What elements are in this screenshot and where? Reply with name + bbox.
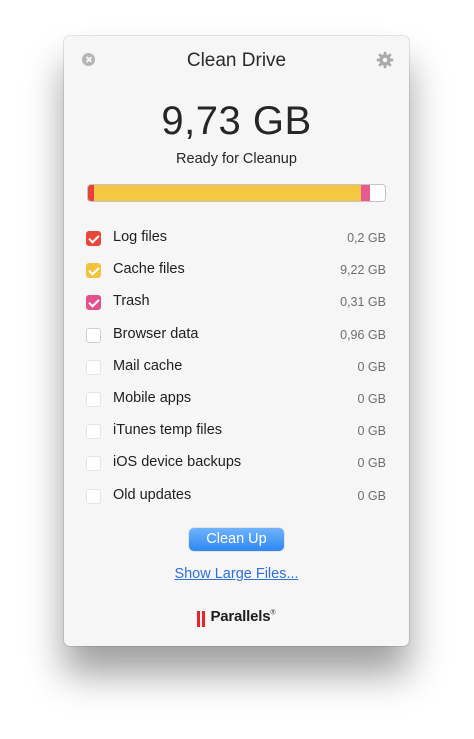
- item-checkbox[interactable]: [86, 359, 101, 375]
- item-label: Log files: [113, 229, 168, 245]
- cleanup-item[interactable]: iOS device backups 0 GB: [86, 451, 386, 483]
- cleanup-item[interactable]: iTunes temp files 0 GB: [86, 419, 386, 451]
- cleanup-item[interactable]: Cache files 9,22 GB: [86, 258, 386, 290]
- item-size: 0 GB: [357, 424, 387, 439]
- parallels-logo: Parallels®: [64, 608, 409, 632]
- item-size: 9,22 GB: [340, 263, 386, 278]
- usage-segment: [360, 185, 370, 201]
- usage-segment: [94, 185, 361, 201]
- item-size: 0,31 GB: [340, 295, 386, 310]
- cleanup-item[interactable]: Trash 0,31 GB: [86, 290, 386, 322]
- window-title: Clean Drive: [186, 50, 287, 71]
- item-checkbox[interactable]: [86, 295, 101, 311]
- item-checkbox[interactable]: [86, 263, 101, 279]
- clean-drive-window: Clean Drive 9,73 GB Ready for Cleanup Lo…: [64, 36, 409, 646]
- item-checkbox[interactable]: [86, 231, 101, 246]
- item-label: Browser data: [113, 325, 199, 342]
- item-size: 0 GB: [357, 391, 387, 406]
- cleanup-item[interactable]: Mail cache 0 GB: [86, 355, 386, 387]
- cleanup-item[interactable]: Log files 0,2 GB: [86, 226, 386, 258]
- item-size: 0,96 GB: [340, 327, 386, 342]
- status-text: Ready for Cleanup: [176, 151, 297, 167]
- title-bar: Clean Drive: [64, 36, 409, 84]
- gear-icon[interactable]: [376, 51, 394, 69]
- parallels-bars-icon: [197, 611, 207, 627]
- item-checkbox[interactable]: [86, 327, 101, 343]
- item-size: 0,2 GB: [347, 231, 386, 245]
- item-label: iOS device backups: [113, 454, 242, 471]
- item-label: Mobile apps: [113, 389, 192, 406]
- cleanup-item[interactable]: Mobile apps 0 GB: [86, 387, 386, 419]
- usage-bar: [87, 184, 386, 202]
- item-checkbox[interactable]: [86, 424, 101, 440]
- clean-up-button[interactable]: Clean Up: [189, 528, 284, 551]
- item-checkbox[interactable]: [86, 488, 101, 504]
- item-size: 0 GB: [357, 488, 387, 503]
- item-checkbox[interactable]: [86, 391, 101, 407]
- item-size: 0 GB: [357, 456, 387, 471]
- item-checkbox[interactable]: [86, 456, 101, 472]
- item-label: Old updates: [113, 486, 192, 503]
- total-size: 9,73 GB: [161, 99, 312, 143]
- cleanup-item-list: Log files 0,2 GB Cache files 9,22 GB Trash 0,…: [86, 226, 386, 516]
- brand-registered-mark: ®: [270, 609, 276, 617]
- show-large-files-link[interactable]: Show Large Files...: [64, 566, 409, 582]
- item-label: Mail cache: [113, 357, 183, 374]
- item-label: Trash: [113, 293, 150, 310]
- item-size: 0 GB: [357, 359, 387, 374]
- brand-name: Parallels: [210, 608, 271, 625]
- cleanup-item[interactable]: Old updates 0 GB: [86, 484, 386, 516]
- item-label: iTunes temp files: [113, 422, 223, 439]
- cleanup-item[interactable]: Browser data 0,96 GB: [86, 323, 386, 355]
- item-label: Cache files: [113, 261, 185, 278]
